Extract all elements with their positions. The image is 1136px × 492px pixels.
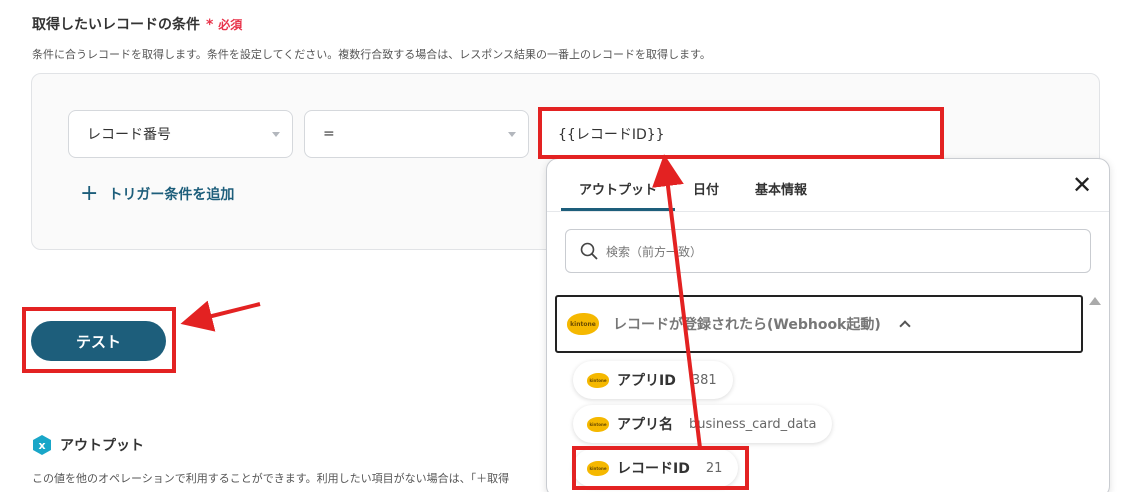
section-title: 取得したいレコードの条件 * 必須 bbox=[32, 17, 243, 33]
arrow-to-test-icon bbox=[180, 300, 261, 332]
kintone-logo-icon: kintone bbox=[587, 460, 609, 476]
test-button[interactable]: テスト bbox=[31, 321, 166, 361]
kintone-logo-icon: kintone bbox=[587, 416, 609, 432]
output-item-app-name[interactable]: kintone アプリ名 business_card_data bbox=[573, 405, 833, 443]
close-icon[interactable]: ✕ bbox=[1071, 173, 1093, 197]
output-heading: x アウトプット bbox=[32, 435, 144, 455]
search-input[interactable]: 検索（前方一致） bbox=[565, 229, 1091, 273]
search-placeholder: 検索（前方一致） bbox=[606, 244, 703, 259]
output-picker-panel: アウトプット 日付 基本情報 ✕ 検索（前方一致） kintone レコードが登… bbox=[546, 158, 1110, 492]
output-item-value: business_card_data bbox=[689, 416, 817, 432]
required-label: 必須 bbox=[218, 18, 243, 32]
scroll-up-arrow-icon[interactable] bbox=[1089, 297, 1101, 305]
tab-divider bbox=[547, 211, 1109, 212]
condition-value-input[interactable]: {{レコードID}} bbox=[540, 110, 940, 158]
output-item-app-id[interactable]: kintone アプリID 381 bbox=[573, 361, 733, 399]
add-condition-label: トリガー条件を追加 bbox=[108, 187, 235, 203]
required-asterisk: * bbox=[206, 17, 214, 33]
output-item-label: レコードID bbox=[617, 461, 690, 477]
tab-basic-info[interactable]: 基本情報 bbox=[737, 169, 825, 209]
output-item-value: 21 bbox=[705, 460, 723, 476]
panel-tabs: アウトプット 日付 基本情報 bbox=[561, 169, 825, 211]
search-icon bbox=[580, 242, 598, 260]
output-item-label: アプリID bbox=[617, 373, 676, 389]
tab-output[interactable]: アウトプット bbox=[561, 169, 676, 211]
field-select-value: レコード番号 bbox=[87, 127, 171, 143]
group-title: レコードが登録されたら(Webhook起動) bbox=[613, 317, 881, 333]
tab-date[interactable]: 日付 bbox=[675, 169, 737, 209]
section-description: 条件に合うレコードを取得します。条件を設定してください。複数行合致する場合は、レ… bbox=[32, 48, 711, 61]
condition-value-text: {{レコードID}} bbox=[558, 127, 665, 143]
output-icon: x bbox=[33, 435, 51, 455]
output-item-value: 381 bbox=[691, 372, 717, 388]
chevron-up-icon bbox=[899, 320, 911, 332]
operator-select[interactable]: = bbox=[304, 110, 529, 158]
plus-icon: + bbox=[80, 181, 99, 206]
field-select[interactable]: レコード番号 bbox=[68, 110, 293, 158]
chevron-down-icon bbox=[272, 132, 280, 137]
output-description: この値を他のオペレーションで利用することができます。利用したい項目がない場合は、… bbox=[32, 472, 510, 485]
output-item-record-id[interactable]: kintone レコードID 21 bbox=[573, 449, 739, 487]
add-condition-button[interactable]: + トリガー条件を追加 bbox=[80, 183, 234, 205]
kintone-logo-icon: kintone bbox=[587, 372, 609, 388]
output-item-label: アプリ名 bbox=[617, 417, 673, 433]
trigger-group-header[interactable]: kintone レコードが登録されたら(Webhook起動) bbox=[555, 295, 1083, 353]
chevron-down-icon bbox=[508, 132, 516, 137]
kintone-logo-icon: kintone bbox=[567, 313, 599, 335]
output-title: アウトプット bbox=[60, 438, 144, 454]
operator-select-value: = bbox=[323, 126, 335, 142]
